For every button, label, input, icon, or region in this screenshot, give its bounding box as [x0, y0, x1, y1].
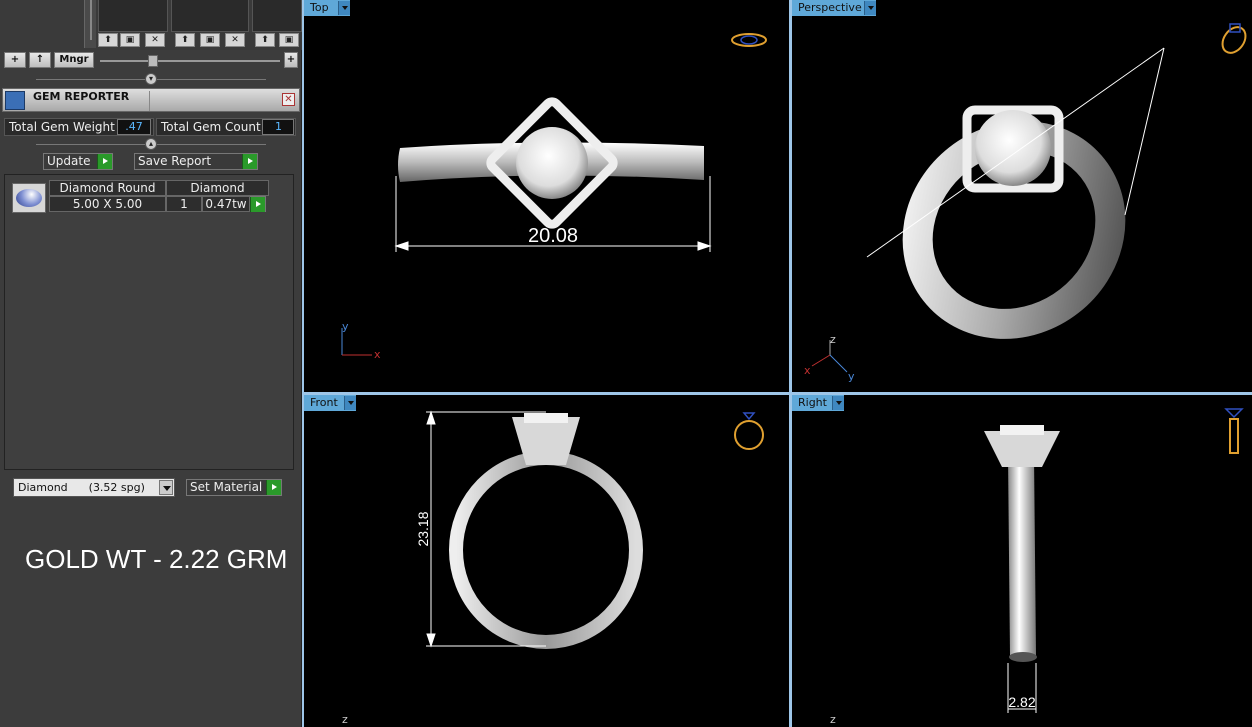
top-view-render: 20.08 y x: [341, 33, 767, 361]
move-up-icon[interactable]: ⬆: [98, 33, 118, 47]
save-icon[interactable]: ▣: [200, 33, 220, 47]
go-arrow-icon: [250, 197, 265, 212]
save-icon[interactable]: ▣: [120, 33, 140, 47]
zoom-slider-track[interactable]: [100, 60, 280, 62]
move-up-button[interactable]: ↑: [29, 52, 51, 68]
chevron-down-icon[interactable]: [159, 480, 173, 495]
go-arrow-icon: [266, 480, 281, 495]
move-up-icon[interactable]: ⬆: [255, 33, 275, 47]
gem-reporter-title: GEM REPORTER: [33, 90, 130, 103]
svg-text:y: y: [342, 320, 349, 333]
axis-indicator: z: [830, 713, 836, 726]
perspective-view-render: z x y: [804, 23, 1250, 383]
save-icon[interactable]: ▣: [279, 33, 299, 47]
viewport-right[interactable]: Right 2.82 z: [792, 395, 1252, 727]
set-material-button[interactable]: Set Material: [186, 479, 282, 496]
axis-indicator: z: [342, 713, 348, 726]
view-cube-icon[interactable]: [731, 33, 767, 47]
save-report-button[interactable]: Save Report: [134, 153, 258, 170]
layer-thumbnail[interactable]: [98, 0, 168, 32]
zoom-slider-handle[interactable]: [148, 55, 158, 67]
total-gem-weight-value: .47: [117, 119, 151, 135]
front-view-render: 23.18 z: [342, 410, 764, 726]
viewport-top[interactable]: Top 20.08 y x: [304, 0, 789, 392]
gem-weight-cell: 0.47tw: [202, 196, 250, 212]
update-button[interactable]: Update: [43, 153, 113, 170]
diamond-round-icon: [12, 183, 46, 213]
go-arrow-icon: [242, 154, 257, 169]
left-panel: ⬆ ▣ ✕ ⬆ ▣ ✕ ⬆ ▣ + ↑ Mngr + ▾ GEM REPORTE…: [0, 0, 302, 727]
thumbnail-scrollbar[interactable]: [84, 0, 96, 48]
dimension-label: 23.18: [415, 511, 431, 546]
axis-indicator: z x y: [804, 333, 855, 383]
ring-band-shape: [449, 451, 643, 649]
go-arrow-icon: [97, 154, 112, 169]
gem-stone-shape: [975, 110, 1051, 186]
close-icon[interactable]: ✕: [282, 93, 295, 106]
material-select[interactable]: Diamond (3.52 spg): [13, 478, 175, 497]
svg-text:x: x: [374, 348, 381, 361]
gem-list: Diamond Round Diamond 5.00 X 5.00 1 0.47…: [4, 174, 294, 470]
ring-band-shape: [1008, 455, 1037, 662]
view-cube-icon[interactable]: [1224, 408, 1244, 454]
gem-row-go-button[interactable]: [250, 196, 266, 212]
dimension-label: 2.82: [1008, 694, 1035, 710]
collapse-toggle-icon[interactable]: ▴: [145, 138, 157, 150]
plus-right-button[interactable]: +: [284, 52, 298, 68]
gem-count-cell: 1: [166, 196, 202, 212]
viewport-front[interactable]: Front 23.18 z: [304, 395, 789, 727]
svg-text:y: y: [848, 370, 855, 383]
gem-reporter-icon: [5, 91, 25, 110]
gem-size-cell: 5.00 X 5.00: [49, 196, 166, 212]
add-button[interactable]: +: [4, 52, 26, 68]
view-cube-icon[interactable]: [734, 412, 764, 450]
svg-text:z: z: [830, 333, 836, 346]
gem-reporter-header: GEM REPORTER ✕: [2, 88, 300, 112]
dimension-label: 20.08: [528, 225, 578, 247]
gem-stone-shape: [516, 127, 588, 199]
gold-weight-note: GOLD WT - 2.22 GRM: [25, 544, 288, 574]
layer-thumbnail[interactable]: [171, 0, 249, 32]
manager-button[interactable]: Mngr: [54, 52, 94, 68]
delete-icon[interactable]: ✕: [145, 33, 165, 47]
layer-thumbnail-strip: ⬆ ▣ ✕ ⬆ ▣ ✕ ⬆ ▣: [0, 0, 302, 50]
move-up-icon[interactable]: ⬆: [175, 33, 195, 47]
view-cube-icon[interactable]: [1218, 23, 1250, 57]
viewport-perspective[interactable]: Perspective z x y: [792, 0, 1252, 392]
gem-shape-cell: Diamond Round: [49, 180, 166, 196]
right-view-render: 2.82 z: [830, 408, 1244, 726]
gem-material-cell: Diamond: [166, 180, 269, 196]
delete-icon[interactable]: ✕: [225, 33, 245, 47]
layer-thumbnail[interactable]: [252, 0, 302, 32]
gem-totals-row: Total Gem Weight .47 Total Gem Count 1: [4, 118, 300, 136]
prong-setting-shape: [962, 105, 1064, 193]
collapse-toggle-icon[interactable]: ▾: [145, 73, 157, 85]
total-gem-count-value: 1: [262, 119, 294, 135]
prong-setting-shape: [984, 425, 1060, 467]
svg-text:x: x: [804, 364, 811, 377]
axis-indicator: y x: [341, 320, 381, 361]
